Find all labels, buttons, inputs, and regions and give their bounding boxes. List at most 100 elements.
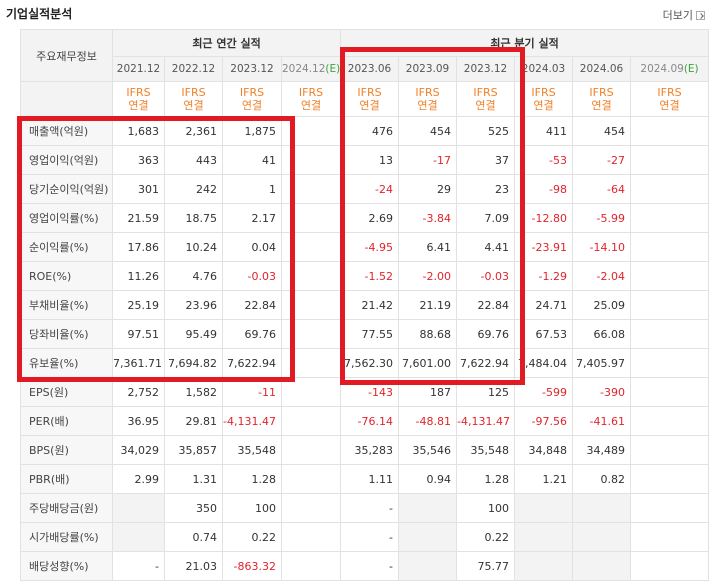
table-cell: -2.00 [398, 261, 458, 291]
basis-bottom: 연결 [417, 99, 438, 112]
table-cell: - [112, 551, 165, 581]
table-cell: 0.82 [572, 464, 632, 494]
table-cell: 95.49 [164, 319, 223, 349]
table-cell: 2,752 [112, 377, 165, 407]
table-cell [280, 348, 342, 378]
table-cell: -2.04 [572, 261, 632, 291]
table-cell: - [340, 551, 400, 581]
row-label: 유보율(%) [20, 348, 113, 378]
table-cell: -143 [340, 377, 400, 407]
basis-bottom: 연결 [591, 99, 612, 112]
table-cell: 411 [514, 116, 574, 146]
table-cell: - [340, 522, 400, 552]
more-link[interactable]: 더보기 [663, 7, 705, 23]
table-cell: 2,361 [164, 116, 223, 146]
table-cell: 22.84 [456, 290, 516, 320]
table-cell: 21.42 [340, 290, 400, 320]
period-header: 2023.06 [340, 56, 400, 82]
basis-bottom: 연결 [533, 99, 554, 112]
table-cell [280, 377, 342, 407]
table-cell: 100 [456, 493, 516, 523]
table-cell: 350 [164, 493, 223, 523]
row-label: 부채비율(%) [20, 290, 113, 320]
table-cell: -17 [398, 145, 458, 175]
table-cell [398, 551, 458, 581]
table-cell: 7,694.82 [164, 348, 223, 378]
table-cell [630, 261, 710, 291]
table-cell: -1.29 [514, 261, 574, 291]
row-label: PBR(배) [20, 464, 113, 494]
basis-cell: IFRS 연결 [280, 81, 342, 117]
table-cell: 187 [398, 377, 458, 407]
table-cell [112, 493, 165, 523]
table-cell: 4.76 [164, 261, 223, 291]
table-row: PBR(배) 2.99 1.31 1.28 1.11 0.94 1.28 1.21 0.82 [20, 464, 710, 494]
table-cell: 476 [340, 116, 400, 146]
basis-cell: IFRS 연결 [572, 81, 632, 117]
estimate-marker: (E) [325, 63, 341, 75]
table-cell: -27 [572, 145, 632, 175]
table-cell: 7,601.00 [398, 348, 458, 378]
table-cell [280, 203, 342, 233]
period-header: 2023.12 [222, 56, 282, 82]
table-cell: 97.51 [112, 319, 165, 349]
table-cell: 11.26 [112, 261, 165, 291]
table-row: 영업이익(억원) 363 443 41 13 -17 37 -53 -27 [20, 145, 710, 175]
financial-table: 주요재무정보 최근 연간 실적 최근 분기 실적 2021.12 2022.12 2… [20, 29, 710, 581]
table-cell: 41 [222, 145, 282, 175]
table-cell: 1,582 [164, 377, 223, 407]
basis-cell: IFRS 연결 [222, 81, 282, 117]
table-row: 주당배당금(원) 350 100-100 [20, 493, 710, 523]
table-row: 당좌비율(%) 97.51 95.49 69.76 77.55 88.68 69.76 67.… [20, 319, 710, 349]
table-cell [630, 464, 710, 494]
basis-bottom: 연결 [241, 99, 263, 112]
table-cell: 77.55 [340, 319, 400, 349]
table-cell [280, 145, 342, 175]
basis-top: IFRS [589, 86, 614, 99]
period-header: 2023.12 [456, 56, 516, 82]
table-cell: 88.68 [398, 319, 458, 349]
basis-top: IFRS [531, 86, 556, 99]
table-cell [112, 522, 165, 552]
period-header: 2024.06 [572, 56, 632, 82]
table-cell: 35,283 [340, 435, 400, 465]
table-cell: -98 [514, 174, 574, 204]
table-cell: 525 [456, 116, 516, 146]
table-cell [514, 522, 574, 552]
table-cell [280, 522, 342, 552]
table-cell: 24.71 [514, 290, 574, 320]
blank-cell [20, 81, 113, 117]
period-header: 2024.09(E) [630, 56, 710, 82]
table-cell: 363 [112, 145, 165, 175]
table-cell: 0.22 [456, 522, 516, 552]
basis-top: IFRS [357, 86, 382, 99]
table-cell: 35,546 [398, 435, 458, 465]
section-title: 기업실적분석 [6, 7, 73, 21]
table-cell: 7,622.94 [456, 348, 516, 378]
table-cell: 1.28 [222, 464, 282, 494]
table-cell [572, 493, 632, 523]
row-label: 순이익률(%) [20, 232, 113, 262]
table-cell: -4.95 [340, 232, 400, 262]
table-row: 영업이익률(%) 21.59 18.75 2.17 2.69 -3.84 7.09 -12.8… [20, 203, 710, 233]
table-cell [398, 522, 458, 552]
period-header: 2023.09 [398, 56, 458, 82]
table-cell [280, 406, 342, 436]
table-cell: -23.91 [514, 232, 574, 262]
table-cell [280, 232, 342, 262]
table-cell: -4,131.47 [222, 406, 282, 436]
table-cell: 18.75 [164, 203, 223, 233]
table-cell [280, 116, 342, 146]
period-header: 2022.12 [164, 56, 223, 82]
table-cell: 35,548 [456, 435, 516, 465]
table-cell: 0.04 [222, 232, 282, 262]
table-cell: -97.56 [514, 406, 574, 436]
table-cell: -0.03 [222, 261, 282, 291]
table-cell: 242 [164, 174, 223, 204]
basis-cell: IFRS 연결 [514, 81, 574, 117]
basis-top: IFRS [415, 86, 440, 99]
table-cell: 29.81 [164, 406, 223, 436]
table-cell [280, 290, 342, 320]
table-cell: 21.03 [164, 551, 223, 581]
basis-top: IFRS [126, 86, 151, 99]
